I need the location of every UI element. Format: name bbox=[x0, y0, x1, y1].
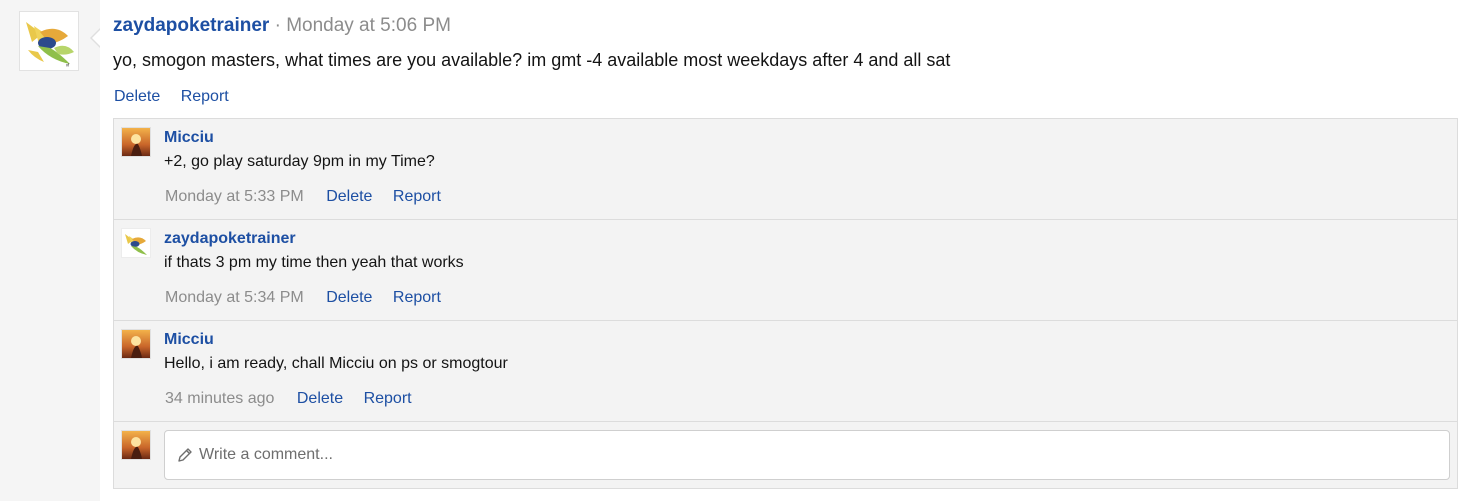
comment-meta: Monday at 5:33 PM Delete Report bbox=[165, 188, 441, 206]
comment-text: Hello, i am ready, chall Micciu on ps or… bbox=[164, 355, 508, 372]
comment-author-link[interactable]: Micciu bbox=[164, 129, 214, 147]
comment-author-link[interactable]: zaydapoketrainer bbox=[164, 230, 296, 248]
sunset-avatar-image bbox=[122, 128, 150, 156]
comment-timestamp[interactable]: Monday at 5:33 PM bbox=[165, 188, 304, 205]
comment-report-link[interactable]: Report bbox=[393, 289, 441, 306]
post-actions: Delete Report bbox=[114, 88, 229, 106]
svg-text:ᵛᶠ: ᵛᶠ bbox=[65, 63, 70, 70]
sunset-avatar-image bbox=[122, 431, 150, 459]
comment-placeholder: Write a comment... bbox=[199, 446, 333, 463]
left-gutter bbox=[0, 0, 100, 501]
comment-item: Micciu Hello, i am ready, chall Micciu o… bbox=[114, 321, 1457, 422]
comment-delete-link[interactable]: Delete bbox=[326, 188, 372, 205]
comment-report-link[interactable]: Report bbox=[393, 188, 441, 205]
commenter-avatar[interactable] bbox=[121, 329, 151, 359]
comment-item: zaydapoketrainer if thats 3 pm my time t… bbox=[114, 220, 1457, 321]
comment-input[interactable]: Write a comment... bbox=[164, 430, 1450, 480]
commenter-avatar[interactable] bbox=[121, 127, 151, 157]
comment-text: if thats 3 pm my time then yeah that wor… bbox=[164, 254, 464, 271]
comment-delete-link[interactable]: Delete bbox=[326, 289, 372, 306]
comment-meta: Monday at 5:34 PM Delete Report bbox=[165, 289, 441, 307]
pokemon-avatar-image: ᵛᶠ bbox=[20, 12, 78, 70]
post-timestamp[interactable]: Monday at 5:06 PM bbox=[286, 15, 451, 36]
sunset-avatar-image bbox=[122, 330, 150, 358]
bubble-pointer bbox=[90, 28, 101, 48]
poster-avatar[interactable]: ᵛᶠ bbox=[19, 11, 79, 71]
post-report-link[interactable]: Report bbox=[181, 88, 229, 105]
pokemon-avatar-image bbox=[122, 229, 150, 257]
comment-timestamp[interactable]: 34 minutes ago bbox=[165, 390, 274, 407]
comment-composer: Write a comment... bbox=[114, 422, 1457, 488]
header-separator: · bbox=[274, 15, 281, 36]
post-header: zaydapoketrainer · Monday at 5:06 PM bbox=[113, 15, 451, 37]
comment-delete-link[interactable]: Delete bbox=[297, 390, 343, 407]
post-author-link[interactable]: zaydapoketrainer bbox=[113, 15, 269, 36]
comment-timestamp[interactable]: Monday at 5:34 PM bbox=[165, 289, 304, 306]
current-user-avatar bbox=[121, 430, 151, 460]
comments-panel: Micciu +2, go play saturday 9pm in my Ti… bbox=[113, 118, 1458, 489]
post-message: yo, smogon masters, what times are you a… bbox=[113, 50, 951, 70]
comment-report-link[interactable]: Report bbox=[364, 390, 412, 407]
comment-item: Micciu +2, go play saturday 9pm in my Ti… bbox=[114, 119, 1457, 220]
comment-text: +2, go play saturday 9pm in my Time? bbox=[164, 153, 435, 170]
commenter-avatar[interactable] bbox=[121, 228, 151, 258]
post-delete-link[interactable]: Delete bbox=[114, 88, 160, 105]
comment-meta: 34 minutes ago Delete Report bbox=[165, 390, 412, 408]
pencil-icon bbox=[178, 448, 192, 462]
comment-author-link[interactable]: Micciu bbox=[164, 331, 214, 349]
